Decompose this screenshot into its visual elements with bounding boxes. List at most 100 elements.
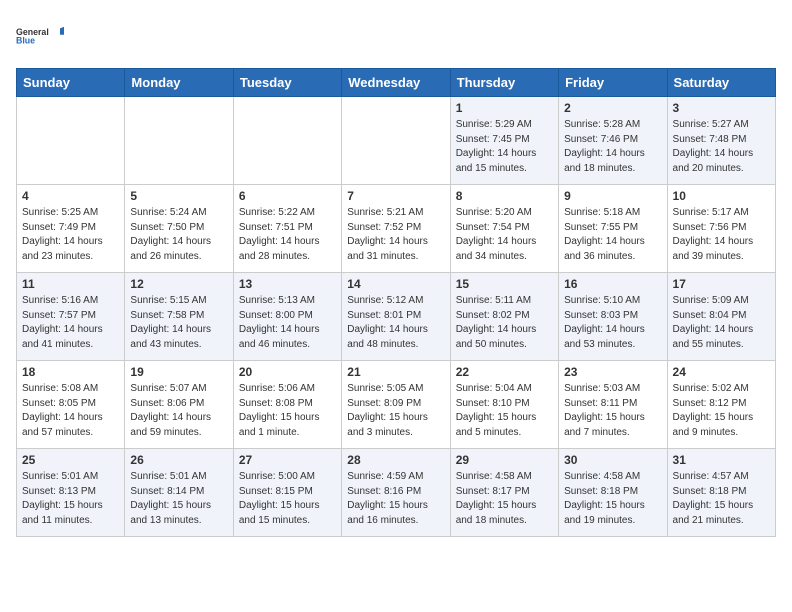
cell-content: Sunrise: 4:57 AM Sunset: 8:18 PM Dayligh… [673,470,770,528]
day-number: 28 [347,453,444,467]
calendar-cell: 24 Sunrise: 5:02 AM Sunset: 8:12 PM Dayli… [667,361,775,449]
calendar-cell: 5 Sunrise: 5:24 AM Sunset: 7:50 PM Daylig… [125,185,233,273]
calendar-week-4: 18 Sunrise: 5:08 AM Sunset: 8:05 PM Dayli… [17,361,776,449]
cell-content: Sunrise: 5:17 AM Sunset: 7:56 PM Dayligh… [673,206,770,264]
day-number: 16 [564,277,661,291]
calendar-cell: 10 Sunrise: 5:17 AM Sunset: 7:56 PM Dayli… [667,185,775,273]
calendar-week-5: 25 Sunrise: 5:01 AM Sunset: 8:13 PM Dayli… [17,449,776,537]
day-number: 4 [22,189,119,203]
calendar-cell [125,97,233,185]
calendar-cell: 4 Sunrise: 5:25 AM Sunset: 7:49 PM Daylig… [17,185,125,273]
calendar-cell: 29Sunrise: 4:58 AM Sunset: 8:17 PM Dayli… [450,449,558,537]
day-number: 26 [130,453,227,467]
calendar-cell: 12 Sunrise: 5:15 AM Sunset: 7:58 PM Dayli… [125,273,233,361]
cell-content: Sunrise: 5:05 AM Sunset: 8:09 PM Dayligh… [347,382,444,440]
weekday-header-wednesday: Wednesday [342,69,450,97]
day-number: 13 [239,277,336,291]
calendar-week-2: 4 Sunrise: 5:25 AM Sunset: 7:49 PM Daylig… [17,185,776,273]
calendar-cell: 26Sunrise: 5:01 AM Sunset: 8:14 PM Dayli… [125,449,233,537]
calendar-cell: 6 Sunrise: 5:22 AM Sunset: 7:51 PM Daylig… [233,185,341,273]
generalblue-logo-icon: General Blue [16,16,64,56]
cell-content: Sunrise: 5:11 AM Sunset: 8:02 PM Dayligh… [456,294,553,352]
logo: General Blue [16,16,64,56]
day-number: 8 [456,189,553,203]
cell-content: Sunrise: 5:06 AM Sunset: 8:08 PM Dayligh… [239,382,336,440]
calendar-cell: 31 Sunrise: 4:57 AM Sunset: 8:18 PM Dayli… [667,449,775,537]
calendar-cell: 27 Sunrise: 5:00 AM Sunset: 8:15 PM Dayli… [233,449,341,537]
calendar-cell [342,97,450,185]
calendar-cell: 3Sunrise: 5:27 AM Sunset: 7:48 PM Daylig… [667,97,775,185]
cell-content: Sunrise: 5:25 AM Sunset: 7:49 PM Dayligh… [22,206,119,264]
cell-content: Sunrise: 5:09 AM Sunset: 8:04 PM Dayligh… [673,294,770,352]
calendar-cell: 13 Sunrise: 5:13 AM Sunset: 8:00 PM Dayli… [233,273,341,361]
weekday-header-sunday: Sunday [17,69,125,97]
cell-content: Sunrise: 5:20 AM Sunset: 7:54 PM Dayligh… [456,206,553,264]
cell-content: Sunrise: 5:02 AM Sunset: 8:12 PM Dayligh… [673,382,770,440]
cell-content: Sunrise: 4:59 AM Sunset: 8:16 PM Dayligh… [347,470,444,528]
calendar-cell: 28 Sunrise: 4:59 AM Sunset: 8:16 PM Dayli… [342,449,450,537]
weekday-header-row: SundayMondayTuesdayWednesdayThursdayFrid… [17,69,776,97]
day-number: 19 [130,365,227,379]
calendar-cell: 16 Sunrise: 5:10 AM Sunset: 8:03 PM Dayli… [559,273,667,361]
cell-content: Sunrise: 5:03 AM Sunset: 8:11 PM Dayligh… [564,382,661,440]
cell-content: Sunrise: 4:58 AM Sunset: 8:18 PM Dayligh… [564,470,661,528]
day-number: 23 [564,365,661,379]
calendar-cell: 15 Sunrise: 5:11 AM Sunset: 8:02 PM Dayli… [450,273,558,361]
calendar-cell: 17 Sunrise: 5:09 AM Sunset: 8:04 PM Dayli… [667,273,775,361]
calendar-week-3: 11 Sunrise: 5:16 AM Sunset: 7:57 PM Dayli… [17,273,776,361]
calendar-cell: 22Sunrise: 5:04 AM Sunset: 8:10 PM Dayli… [450,361,558,449]
cell-content: Sunrise: 5:27 AM Sunset: 7:48 PM Dayligh… [673,118,770,176]
calendar-cell [233,97,341,185]
calendar-cell [17,97,125,185]
day-number: 17 [673,277,770,291]
day-number: 27 [239,453,336,467]
day-number: 1 [456,101,553,115]
day-number: 30 [564,453,661,467]
day-number: 10 [673,189,770,203]
cell-content: Sunrise: 5:29 AM Sunset: 7:45 PM Dayligh… [456,118,553,176]
cell-content: Sunrise: 5:13 AM Sunset: 8:00 PM Dayligh… [239,294,336,352]
cell-content: Sunrise: 5:24 AM Sunset: 7:50 PM Dayligh… [130,206,227,264]
cell-content: Sunrise: 4:58 AM Sunset: 8:17 PM Dayligh… [456,470,553,528]
cell-content: Sunrise: 5:18 AM Sunset: 7:55 PM Dayligh… [564,206,661,264]
page-header: General Blue [16,16,776,56]
day-number: 5 [130,189,227,203]
calendar-cell: 11 Sunrise: 5:16 AM Sunset: 7:57 PM Dayli… [17,273,125,361]
calendar-cell: 1 Sunrise: 5:29 AM Sunset: 7:45 PM Daylig… [450,97,558,185]
day-number: 20 [239,365,336,379]
day-number: 25 [22,453,119,467]
calendar-cell: 18 Sunrise: 5:08 AM Sunset: 8:05 PM Dayli… [17,361,125,449]
day-number: 31 [673,453,770,467]
day-number: 14 [347,277,444,291]
day-number: 6 [239,189,336,203]
weekday-header-thursday: Thursday [450,69,558,97]
cell-content: Sunrise: 5:00 AM Sunset: 8:15 PM Dayligh… [239,470,336,528]
cell-content: Sunrise: 5:22 AM Sunset: 7:51 PM Dayligh… [239,206,336,264]
day-number: 2 [564,101,661,115]
calendar-table: SundayMondayTuesdayWednesdayThursdayFrid… [16,68,776,537]
cell-content: Sunrise: 5:08 AM Sunset: 8:05 PM Dayligh… [22,382,119,440]
calendar-week-1: 1 Sunrise: 5:29 AM Sunset: 7:45 PM Daylig… [17,97,776,185]
day-number: 24 [673,365,770,379]
cell-content: Sunrise: 5:01 AM Sunset: 8:13 PM Dayligh… [22,470,119,528]
cell-content: Sunrise: 5:10 AM Sunset: 8:03 PM Dayligh… [564,294,661,352]
calendar-cell: 7Sunrise: 5:21 AM Sunset: 7:52 PM Daylig… [342,185,450,273]
cell-content: Sunrise: 5:28 AM Sunset: 7:46 PM Dayligh… [564,118,661,176]
day-number: 21 [347,365,444,379]
weekday-header-monday: Monday [125,69,233,97]
cell-content: Sunrise: 5:16 AM Sunset: 7:57 PM Dayligh… [22,294,119,352]
day-number: 15 [456,277,553,291]
calendar-cell: 8 Sunrise: 5:20 AM Sunset: 7:54 PM Daylig… [450,185,558,273]
day-number: 11 [22,277,119,291]
day-number: 18 [22,365,119,379]
calendar-cell: 30 Sunrise: 4:58 AM Sunset: 8:18 PM Dayli… [559,449,667,537]
cell-content: Sunrise: 5:12 AM Sunset: 8:01 PM Dayligh… [347,294,444,352]
day-number: 12 [130,277,227,291]
cell-content: Sunrise: 5:04 AM Sunset: 8:10 PM Dayligh… [456,382,553,440]
cell-content: Sunrise: 5:15 AM Sunset: 7:58 PM Dayligh… [130,294,227,352]
calendar-cell: 14 Sunrise: 5:12 AM Sunset: 8:01 PM Dayli… [342,273,450,361]
calendar-cell: 9Sunrise: 5:18 AM Sunset: 7:55 PM Daylig… [559,185,667,273]
calendar-cell: 25 Sunrise: 5:01 AM Sunset: 8:13 PM Dayli… [17,449,125,537]
calendar-cell: 2 Sunrise: 5:28 AM Sunset: 7:46 PM Daylig… [559,97,667,185]
calendar-cell: 20 Sunrise: 5:06 AM Sunset: 8:08 PM Dayli… [233,361,341,449]
